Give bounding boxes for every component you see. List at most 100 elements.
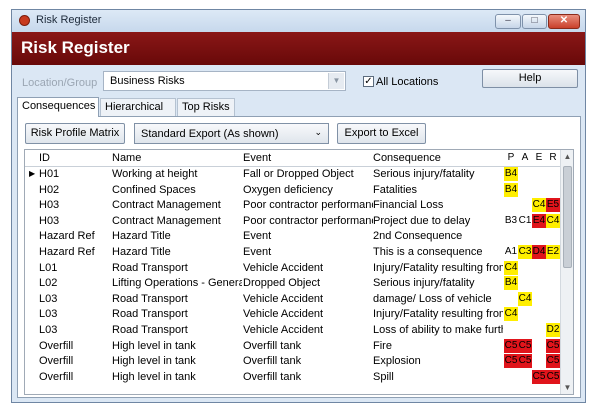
table-header: ID Name Event Consequence P A E R bbox=[25, 150, 560, 167]
cell-consequence: Project due to delay bbox=[373, 214, 471, 227]
chevron-down-icon[interactable]: ▼ bbox=[328, 73, 344, 89]
risk-rating-badge: C4 bbox=[504, 307, 518, 322]
cell-name: Road Transport bbox=[112, 261, 188, 274]
title-bar[interactable]: Risk Register – □ ✕ bbox=[12, 10, 585, 32]
cell-name: Contract Management bbox=[112, 199, 221, 212]
page-title: Risk Register bbox=[21, 38, 130, 57]
current-row-indicator-icon: ▶ bbox=[29, 169, 36, 178]
cell-name: Hazard Title bbox=[112, 230, 171, 243]
table-row[interactable]: L01 Road Transport Vehicle Accident Injury/… bbox=[25, 260, 560, 276]
table-row[interactable]: H02 Confined Spaces Oxygen deficiency Fatal… bbox=[25, 182, 560, 198]
cell-consequence: Explosion bbox=[373, 355, 421, 368]
cell-name: Working at height bbox=[112, 168, 198, 180]
risk-rating-badge: C5 bbox=[532, 369, 546, 384]
cell-event: Event bbox=[243, 246, 272, 258]
table-row[interactable]: L03 Road Transport Vehicle Accident Loss of… bbox=[25, 323, 560, 338]
cell-event: Vehicle Accident bbox=[243, 308, 324, 321]
maximize-button[interactable]: □ bbox=[522, 14, 547, 29]
location-group-label: Location/Group bbox=[22, 77, 98, 89]
export-to-excel-button[interactable]: Export to Excel bbox=[337, 123, 426, 144]
table-row[interactable]: Overfill High level in tank Overfill tank S… bbox=[25, 369, 560, 385]
risk-rating-badge: D2 bbox=[546, 323, 560, 337]
tab-consequences[interactable]: Consequences bbox=[17, 97, 99, 117]
cell-consequence: Injury/Fatality resulting from c bbox=[373, 261, 503, 274]
risk-table[interactable]: ID Name Event Consequence P A E R ▶ H01 Wo… bbox=[24, 149, 574, 395]
close-button[interactable]: ✕ bbox=[548, 14, 580, 29]
column-header-name[interactable]: Name bbox=[112, 152, 242, 164]
risk-profile-matrix-button[interactable]: Risk Profile Matrix bbox=[25, 123, 125, 144]
cell-name: Contract Management bbox=[112, 214, 221, 227]
cell-event: Overfill tank bbox=[243, 339, 302, 352]
column-header-a[interactable]: A bbox=[518, 152, 532, 163]
cell-name: Confined Spaces bbox=[112, 183, 196, 196]
cell-consequence: Fire bbox=[373, 339, 392, 352]
cell-id: Overfill bbox=[39, 339, 74, 352]
table-row[interactable]: L02 Lifting Operations - General Dropped O… bbox=[25, 276, 560, 291]
all-locations-label[interactable]: All Locations bbox=[376, 76, 438, 88]
cell-id: H03 bbox=[39, 199, 60, 212]
column-header-p[interactable]: P bbox=[504, 152, 518, 163]
cell-id: Overfill bbox=[39, 355, 74, 368]
location-group-value: Business Risks bbox=[110, 75, 185, 87]
column-header-r[interactable]: R bbox=[546, 152, 560, 163]
cell-event: Event bbox=[243, 230, 272, 243]
scroll-down-icon[interactable]: ▼ bbox=[561, 381, 573, 394]
risk-rating-badge: C3 bbox=[518, 245, 532, 259]
risk-rating-badge: C4 bbox=[546, 213, 560, 228]
risk-rating-badge: C5 bbox=[504, 354, 518, 369]
scroll-thumb[interactable] bbox=[563, 166, 572, 268]
cell-event: Vehicle Accident bbox=[243, 292, 324, 305]
minimize-button[interactable]: – bbox=[495, 14, 521, 29]
all-locations-checkbox[interactable]: ✓ bbox=[363, 76, 374, 87]
risk-rating-badge: B4 bbox=[504, 182, 518, 197]
risk-rating-badge: E5 bbox=[546, 198, 560, 213]
risk-rating-badge: C5 bbox=[546, 354, 560, 369]
table-row[interactable]: Hazard Ref Hazard Title Event 2nd Consequen… bbox=[25, 229, 560, 244]
cell-id: L02 bbox=[39, 277, 58, 290]
cell-name: High level in tank bbox=[112, 370, 196, 383]
cell-event: Vehicle Accident bbox=[243, 324, 324, 336]
column-header-e[interactable]: E bbox=[532, 152, 546, 163]
location-group-select[interactable]: Business Risks ▼ bbox=[103, 71, 346, 91]
table-row[interactable]: Hazard Ref Hazard Title Event This is a con… bbox=[25, 245, 560, 260]
risk-rating-badge: C5 bbox=[518, 354, 532, 369]
risk-rating-badge: C4 bbox=[504, 260, 518, 275]
table-row[interactable]: Overfill High level in tank Overfill tank F… bbox=[25, 338, 560, 354]
window-title: Risk Register bbox=[36, 14, 102, 26]
tab-top-risks[interactable]: Top Risks bbox=[177, 98, 235, 116]
table-row[interactable]: L03 Road Transport Vehicle Accident Injury/… bbox=[25, 307, 560, 322]
table-row[interactable]: H03 Contract Management Poor contractor pe… bbox=[25, 198, 560, 213]
scroll-up-icon[interactable]: ▲ bbox=[561, 150, 573, 163]
cell-name: Road Transport bbox=[112, 308, 188, 321]
column-header-event[interactable]: Event bbox=[243, 152, 373, 164]
table-row[interactable]: ▶ H01 Working at height Fall or Dropped Obj… bbox=[25, 167, 560, 182]
cell-consequence: Serious injury/fatality bbox=[373, 168, 475, 180]
column-header-id[interactable]: ID bbox=[39, 152, 109, 164]
cell-event: Oxygen deficiency bbox=[243, 183, 333, 196]
risk-rating-badge: E2 bbox=[546, 245, 560, 259]
tab-hierarchical[interactable]: Hierarchical bbox=[100, 98, 176, 116]
table-row[interactable]: L03 Road Transport Vehicle Accident damage/… bbox=[25, 291, 560, 307]
cell-consequence: Injury/Fatality resulting from c bbox=[373, 308, 503, 321]
help-button[interactable]: Help bbox=[482, 69, 578, 88]
header-banner: Risk Register bbox=[12, 32, 585, 65]
cell-consequence: damage/ Loss of vehicle bbox=[373, 292, 492, 305]
table-row[interactable]: Overfill High level in tank Overfill tank E… bbox=[25, 354, 560, 369]
cell-name: High level in tank bbox=[112, 355, 196, 368]
cell-id: L03 bbox=[39, 308, 58, 321]
cell-id: Hazard Ref bbox=[39, 230, 95, 243]
export-format-value: Standard Export (As shown) bbox=[141, 128, 279, 140]
cell-id: L01 bbox=[39, 261, 58, 274]
cell-id: Overfill bbox=[39, 370, 74, 383]
risk-rating-badge: C4 bbox=[532, 198, 546, 213]
table-row[interactable]: H03 Contract Management Poor contractor pe… bbox=[25, 213, 560, 229]
risk-rating-badge: A1 bbox=[504, 246, 518, 257]
column-header-consequence[interactable]: Consequence bbox=[373, 152, 503, 164]
cell-event: Vehicle Accident bbox=[243, 261, 324, 274]
risk-rating-badge: B4 bbox=[504, 276, 518, 291]
cell-consequence: This is a consequence bbox=[373, 246, 483, 258]
cell-consequence: Spill bbox=[373, 370, 394, 383]
vertical-scrollbar[interactable]: ▲ ▼ bbox=[560, 150, 573, 394]
export-format-select[interactable]: Standard Export (As shown) ⌄ bbox=[134, 123, 329, 144]
cell-name: Road Transport bbox=[112, 292, 188, 305]
